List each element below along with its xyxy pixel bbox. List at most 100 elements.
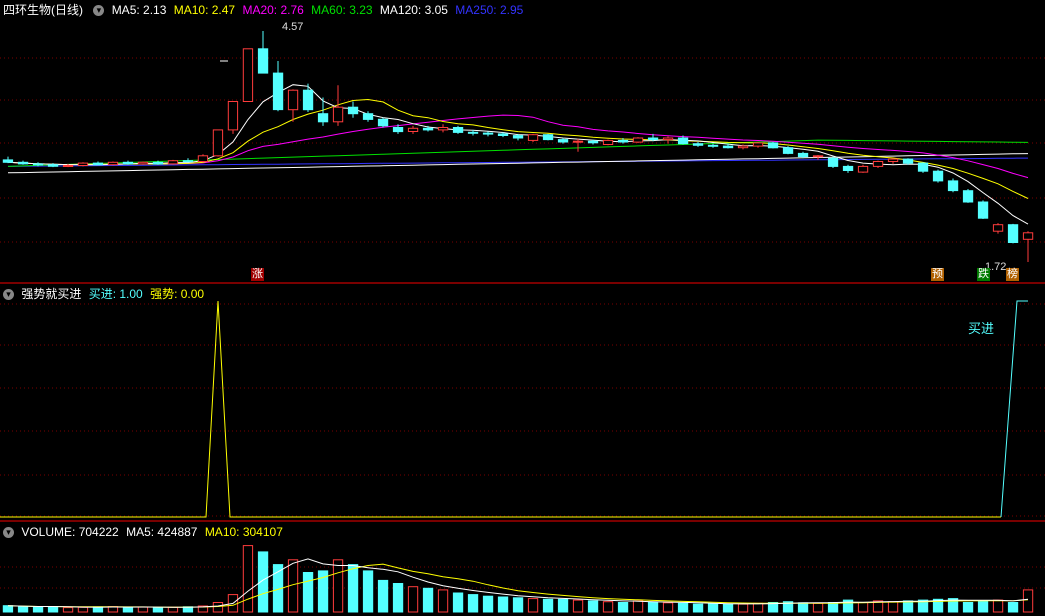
volume-bar [1007,602,1019,613]
volume-bar [662,602,674,613]
volume-bar [902,600,914,613]
candle-body [767,142,779,149]
candle-body [692,143,704,146]
candle-body [17,161,29,165]
candle-body [77,162,89,167]
volume-bar [497,596,509,613]
candle-body [317,113,329,123]
candle-body [242,48,254,102]
candle-body [437,127,449,131]
chevron-down-icon[interactable]: ▾ [3,527,14,539]
ma120-label: MA120: 3.05 [379,3,448,17]
candle-body [752,142,764,147]
candle-body [902,158,914,164]
volume-bar [677,602,689,613]
candle-body [47,164,59,167]
candle-body [842,165,854,171]
strong-value: 强势: 0.00 [150,287,205,301]
candle-body [887,158,899,163]
volume-bar [32,606,44,613]
volume-bar [617,602,629,613]
ma250-label: MA250: 2.95 [455,3,524,17]
candle-body [92,162,104,166]
candle-body [167,160,179,165]
candle-body [407,127,419,133]
indicator-title[interactable]: 强势就买进 [21,287,81,301]
candle-body [1022,232,1034,240]
volume-bar [647,602,659,613]
high-price-label: 4.57 [282,21,304,33]
candle-body [137,161,149,165]
volume-bar [242,545,254,613]
candle-body [1007,224,1019,243]
volume-bar [47,606,59,613]
candle-body [32,163,44,166]
candle-body [977,201,989,219]
candle-body [302,89,314,111]
yu-tag: 预 [931,268,944,281]
candle-body [257,48,269,74]
volume-title[interactable]: VOLUME: 704222 [21,525,118,539]
indicator-chart[interactable] [0,284,1045,522]
candle-body [377,118,389,127]
volume-bar [722,603,734,613]
price-header: 四环生物(日线) ▾ MA5: 2.13 MA10: 2.47 MA20: 2.… [0,0,527,20]
candle-body [212,129,224,157]
volume-bar [512,597,524,613]
candle-body [647,137,659,141]
ma5-line [7,84,1029,225]
volume-bar [377,579,389,613]
candle-body [422,127,434,131]
volume-bar [752,602,764,613]
candle-body [947,180,959,192]
candle-body [707,144,719,147]
volume-bar [17,606,29,613]
candle-body [932,170,944,182]
candle-body [602,139,614,145]
candle-body [872,161,884,167]
candle-body [392,127,404,133]
chevron-down-icon[interactable]: ▾ [3,289,14,301]
indicator-panel: ▾ 强势就买进 买进: 1.00 强势: 0.00 买进 [0,284,1045,522]
candle-body [557,139,569,143]
candle-body [272,72,284,111]
buy-signal-label: 买进 [968,321,995,336]
volume-bar [407,586,419,613]
volume-ma10: MA10: 304107 [204,525,283,539]
volume-bar [212,602,224,613]
candle-body [62,165,74,167]
candle-body [797,152,809,158]
volume-bar [62,607,74,613]
candle-body [527,134,539,141]
volume-bar [302,572,314,613]
volume-bar [992,599,1004,613]
volume-bar [857,602,869,613]
volume-bar [962,602,974,613]
chevron-down-icon[interactable]: ▾ [93,5,105,17]
volume-bar [122,606,134,613]
candle-body [722,145,734,149]
volume-bar [572,599,584,613]
stock-title[interactable]: 四环生物(日线) [3,3,83,17]
volume-header: ▾ VOLUME: 704222 MA5: 424887 MA10: 30410… [0,522,287,542]
candle-body [782,147,794,154]
volume-bar [557,598,569,613]
volume-bar [137,606,149,613]
buy-line [1000,300,1028,518]
volume-bar [332,559,344,613]
price-panel: 四环生物(日线) ▾ MA5: 2.13 MA10: 2.47 MA20: 2.… [0,0,1045,282]
candle-body [497,133,509,136]
volume-bar [467,594,479,613]
ma20-line [7,114,1029,179]
volume-bar [797,602,809,613]
candle-body [197,155,209,163]
volume-bar [827,602,839,613]
candle-body [107,161,119,166]
candle-body [227,101,239,131]
volume-ma5: MA5: 424887 [126,525,198,539]
candle-body [857,165,869,173]
price-chart[interactable] [0,0,1045,282]
ma5-label: MA5: 2.13 [111,3,167,17]
volume-bar [812,602,824,613]
volume-bar [167,606,179,613]
